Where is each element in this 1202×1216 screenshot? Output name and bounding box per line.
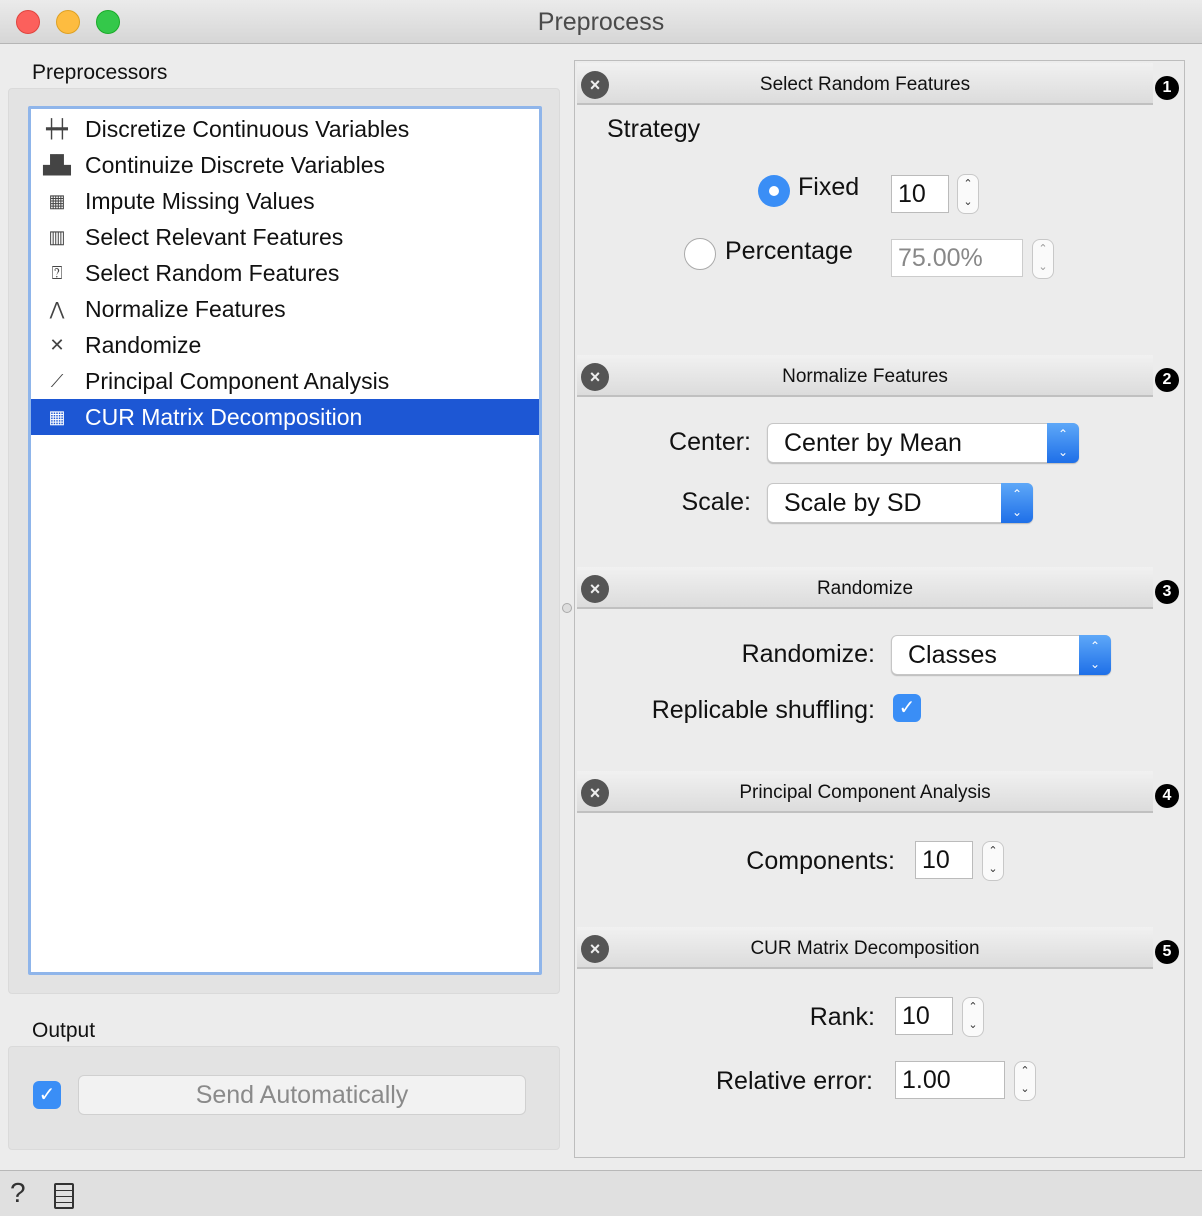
section-number-badge: 2 <box>1155 368 1179 392</box>
components-label: Components: <box>746 847 895 875</box>
fixed-radio[interactable] <box>758 175 790 207</box>
item-label: Select Random Features <box>85 259 340 286</box>
relative-error-input[interactable]: 1.00 <box>895 1061 1005 1099</box>
fixed-label: Fixed <box>798 173 860 201</box>
scale-value: Scale by SD <box>784 489 922 517</box>
randomize-value: Classes <box>908 641 997 669</box>
components-stepper[interactable]: ⌃ ⌄ <box>982 841 1004 881</box>
randomize-icon: ✕ <box>49 334 65 355</box>
center-select[interactable]: Center by Mean ⌃ ⌄ <box>767 423 1079 463</box>
cur-icon: ▦ <box>48 406 66 427</box>
section-number-badge: 4 <box>1155 784 1179 808</box>
strategy-label: Strategy <box>607 115 701 143</box>
section-title: CUR Matrix Decomposition <box>750 938 980 959</box>
remove-section-button[interactable]: × <box>581 935 609 963</box>
randomize-select[interactable]: Classes ⌃ ⌄ <box>891 635 1111 675</box>
item-label: Principal Component Analysis <box>85 367 390 394</box>
list-item-select-relevant[interactable]: ▥ Select Relevant Features <box>31 219 539 255</box>
item-label: Select Relevant Features <box>85 223 344 250</box>
section-header-select-random: × Select Random Features <box>577 63 1153 105</box>
item-label: CUR Matrix Decomposition <box>85 403 363 430</box>
title-bar: Preprocess <box>0 0 1202 44</box>
send-automatically-checkbox[interactable]: ✓ <box>33 1081 61 1109</box>
list-item-impute[interactable]: ▦ Impute Missing Values <box>31 183 539 219</box>
select-relevant-icon: ▥ <box>48 226 66 247</box>
item-label: Continuize Discrete Variables <box>85 151 385 178</box>
relative-error-stepper[interactable]: ⌃ ⌄ <box>1014 1061 1036 1101</box>
section-number-badge: 1 <box>1155 76 1179 100</box>
preprocessor-settings-panel: × Select Random Features 1 Strategy Fixed… <box>574 60 1185 1158</box>
splitter-handle[interactable] <box>562 603 572 613</box>
window-title: Preprocess <box>537 8 665 36</box>
list-item-cur[interactable]: ▦ CUR Matrix Decomposition <box>31 399 539 435</box>
randomize-label: Randomize: <box>741 640 875 668</box>
section-header-randomize: × Randomize <box>577 567 1153 609</box>
remove-section-button[interactable]: × <box>581 71 609 99</box>
section-title: Select Random Features <box>759 74 971 95</box>
normalize-icon: ⋀ <box>49 298 65 319</box>
pca-icon: ⟋ <box>50 370 64 391</box>
relative-error-label: Relative error: <box>716 1067 873 1095</box>
percentage-stepper[interactable]: ⌃ ⌄ <box>1032 239 1054 279</box>
item-label: Impute Missing Values <box>85 187 315 214</box>
percentage-input[interactable]: 75.00% <box>891 239 1023 277</box>
center-value: Center by Mean <box>784 429 962 457</box>
replicable-shuffling-label: Replicable shuffling: <box>651 696 875 724</box>
item-label: Normalize Features <box>85 295 286 322</box>
section-number-badge: 3 <box>1155 580 1179 604</box>
chevron-updown-icon: ⌃ ⌄ <box>1001 483 1033 523</box>
section-header-normalize: × Normalize Features <box>577 355 1153 397</box>
list-item-randomize[interactable]: ✕ Randomize <box>31 327 539 363</box>
replicable-shuffling-checkbox[interactable]: ✓ <box>893 694 921 722</box>
item-label: Discretize Continuous Variables <box>85 115 410 142</box>
section-header-pca: × Principal Component Analysis <box>577 771 1153 813</box>
preprocessors-label: Preprocessors <box>32 61 168 84</box>
list-item-pca[interactable]: ⟋ Principal Component Analysis <box>31 363 539 399</box>
impute-icon: ▦ <box>48 190 66 211</box>
list-item-continuize[interactable]: ▟▙ Continuize Discrete Variables <box>31 147 539 183</box>
section-number-badge: 5 <box>1155 940 1179 964</box>
fixed-count-input[interactable]: 10 <box>891 175 949 213</box>
components-input[interactable]: 10 <box>915 841 973 879</box>
send-automatically-button[interactable]: Send Automatically <box>78 1075 526 1115</box>
help-icon[interactable]: ? <box>10 1177 26 1209</box>
list-item-select-random[interactable]: ⍰ Select Random Features <box>31 255 539 291</box>
center-label: Center: <box>669 428 751 456</box>
report-icon[interactable] <box>54 1183 74 1209</box>
list-item-normalize[interactable]: ⋀ Normalize Features <box>31 291 539 327</box>
section-title: Normalize Features <box>782 366 948 387</box>
scale-select[interactable]: Scale by SD ⌃ ⌄ <box>767 483 1033 523</box>
scale-label: Scale: <box>681 488 751 516</box>
discretize-icon: ┿┿ <box>46 118 68 139</box>
rank-label: Rank: <box>809 1003 875 1031</box>
chevron-updown-icon: ⌃ ⌄ <box>1047 423 1079 463</box>
section-header-cur: × CUR Matrix Decomposition <box>577 927 1153 969</box>
status-bar: ? <box>0 1170 1202 1216</box>
percentage-radio[interactable] <box>684 238 716 270</box>
section-title: Principal Component Analysis <box>739 782 991 803</box>
chevron-updown-icon: ⌃ ⌄ <box>1079 635 1111 675</box>
preprocessor-list[interactable]: ┿┿ Discretize Continuous Variables ▟▙ Cont… <box>28 106 542 975</box>
list-item-discretize[interactable]: ┿┿ Discretize Continuous Variables <box>31 111 539 147</box>
rank-stepper[interactable]: ⌃ ⌄ <box>962 997 984 1037</box>
section-title: Randomize <box>816 578 914 599</box>
remove-section-button[interactable]: × <box>581 575 609 603</box>
percentage-label: Percentage <box>725 237 853 265</box>
select-random-icon: ⍰ <box>51 262 63 283</box>
continuize-icon: ▟▙ <box>43 154 71 175</box>
output-label: Output <box>32 1019 96 1042</box>
remove-section-button[interactable]: × <box>581 779 609 807</box>
item-label: Randomize <box>85 331 202 358</box>
rank-input[interactable]: 10 <box>895 997 953 1035</box>
fixed-count-stepper[interactable]: ⌃ ⌄ <box>957 174 979 214</box>
remove-section-button[interactable]: × <box>581 363 609 391</box>
